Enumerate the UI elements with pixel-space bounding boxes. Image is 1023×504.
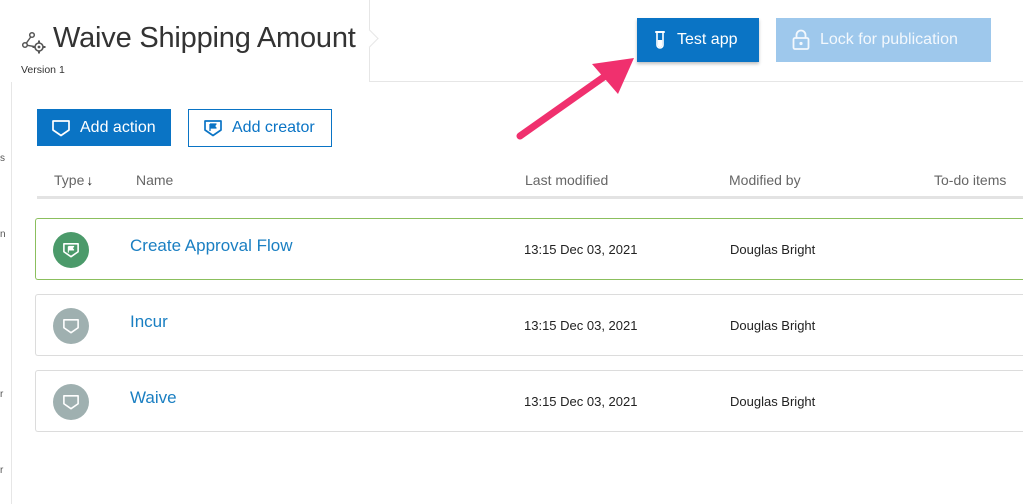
row-name-link[interactable]: Create Approval Flow — [130, 236, 293, 256]
column-header-modified-by[interactable]: Modified by — [729, 172, 801, 188]
sort-down-arrow-icon: ↓ — [86, 172, 94, 188]
left-nav-fragment: r — [0, 465, 4, 476]
add-creator-button[interactable]: Add creator — [188, 109, 332, 147]
creator-shield-icon — [204, 120, 222, 137]
lock-icon — [792, 29, 810, 50]
action-shield-icon — [52, 119, 70, 136]
row-modified-by: Douglas Bright — [730, 318, 816, 333]
row-modified-by: Douglas Bright — [730, 242, 816, 257]
table-row[interactable]: Incur 13:15 Dec 03, 2021 Douglas Bright — [35, 294, 1023, 356]
left-nav-rail: s n r r — [0, 82, 12, 504]
column-header-type[interactable]: Type ↓ — [54, 172, 93, 188]
row-modified-by: Douglas Bright — [730, 394, 816, 409]
left-nav-fragment: s — [0, 153, 5, 164]
annotation-arrow-icon — [516, 58, 634, 140]
column-header-todo-items[interactable]: To-do items — [934, 172, 1006, 188]
row-name-link[interactable]: Incur — [130, 312, 168, 332]
row-last-modified: 13:15 Dec 03, 2021 — [524, 394, 638, 409]
table-row[interactable]: Create Approval Flow 13:15 Dec 03, 2021 … — [35, 218, 1023, 280]
row-last-modified: 13:15 Dec 03, 2021 — [524, 318, 638, 333]
test-app-button[interactable]: Test app — [637, 18, 759, 62]
action-type-icon — [53, 384, 89, 420]
lock-for-publication-button[interactable]: Lock for publication — [776, 18, 991, 62]
add-action-button[interactable]: Add action — [37, 109, 171, 146]
lock-label: Lock for publication — [820, 31, 958, 48]
workflow-gear-icon — [21, 31, 46, 54]
row-name-link[interactable]: Waive — [130, 388, 177, 408]
page-title: Waive Shipping Amount — [53, 22, 356, 54]
left-nav-fragment: r — [0, 389, 4, 400]
table-header: Type ↓ Name Last modified Modified by To-… — [37, 166, 1023, 199]
column-header-last-modified[interactable]: Last modified — [525, 172, 608, 188]
table-row[interactable]: Waive 13:15 Dec 03, 2021 Douglas Bright — [35, 370, 1023, 432]
test-app-label: Test app — [677, 31, 738, 48]
action-type-icon — [53, 308, 89, 344]
row-last-modified: 13:15 Dec 03, 2021 — [524, 242, 638, 257]
add-creator-label: Add creator — [232, 119, 315, 136]
creator-type-icon — [53, 232, 89, 268]
title-block: Waive Shipping Amount Version 1 — [0, 0, 370, 82]
column-header-name[interactable]: Name — [136, 172, 173, 188]
left-nav-fragment: n — [0, 229, 6, 240]
version-label: Version 1 — [21, 64, 65, 76]
test-tube-icon — [655, 31, 665, 49]
add-action-label: Add action — [80, 118, 156, 136]
